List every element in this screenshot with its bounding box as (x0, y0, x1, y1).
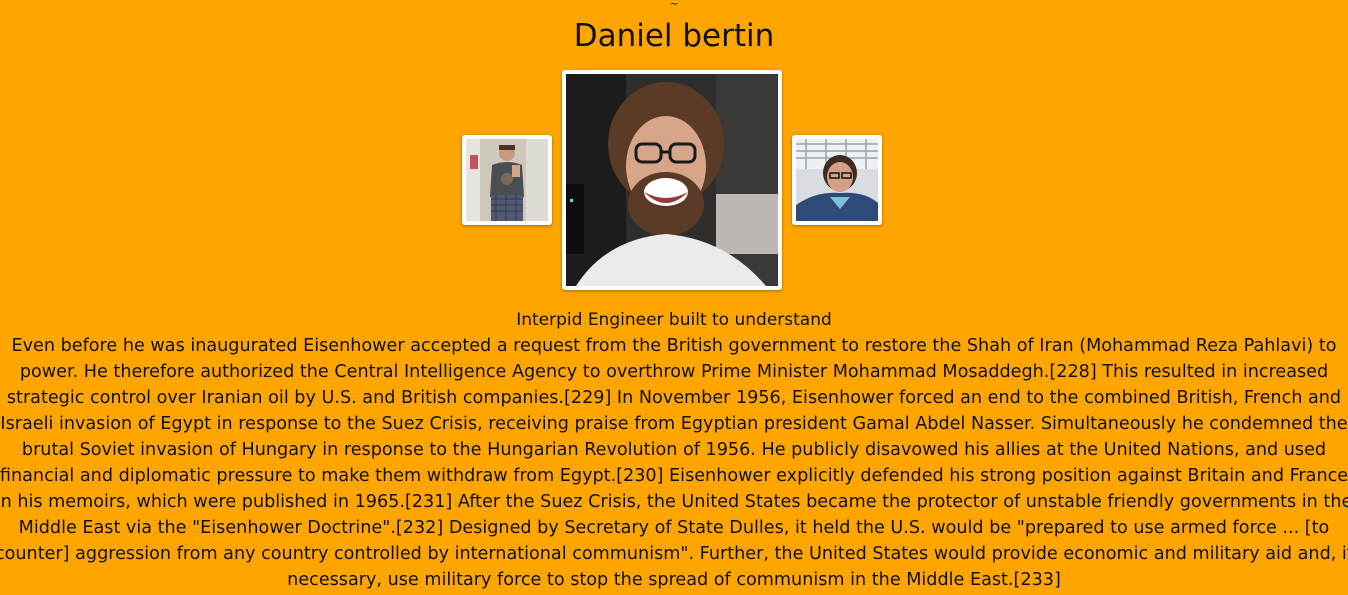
portrait-photo-smiling-glasses (566, 74, 778, 286)
portrait-photo-selfie (796, 139, 878, 221)
portrait-photo-full-body (466, 139, 548, 221)
carousel-previous-photo[interactable] (462, 135, 552, 225)
carousel-current-photo[interactable] (562, 70, 782, 290)
profile-tagline: Interpid Engineer built to understand (516, 310, 832, 330)
photo-carousel (0, 70, 1348, 290)
header-tilde: ~ (669, 0, 679, 10)
profile-page: ~ Daniel bertin Interpid Engineer built … (0, 0, 1348, 595)
carousel-next-photo[interactable] (792, 135, 882, 225)
profile-name: Daniel bertin (573, 18, 775, 54)
profile-bio: Even before he was inaugurated Eisenhowe… (0, 336, 1348, 590)
